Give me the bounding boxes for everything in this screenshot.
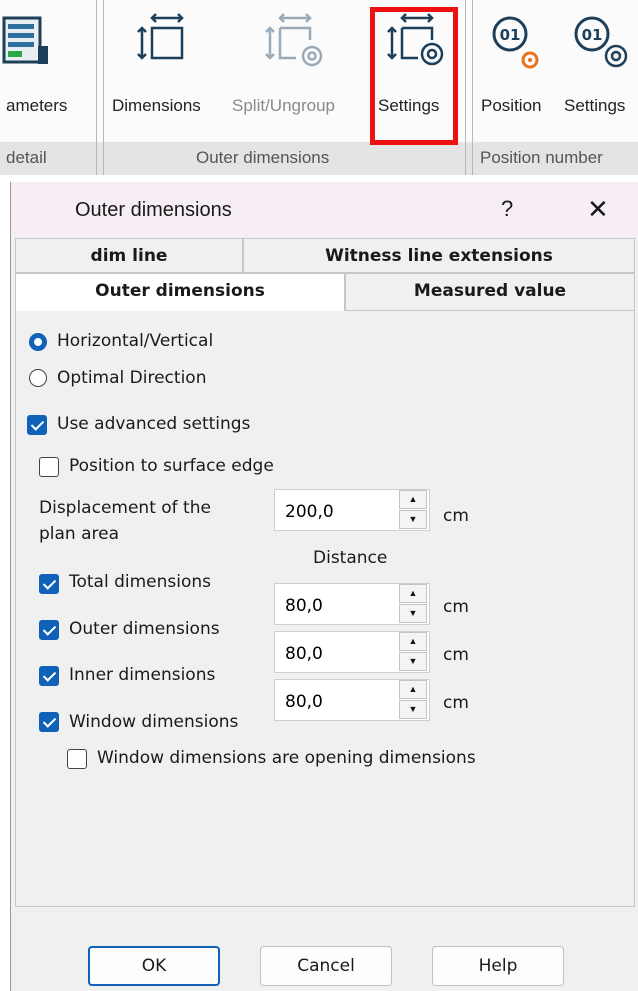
- unit-label: cm: [443, 506, 469, 526]
- checkbox-label: Outer dimensions: [69, 619, 220, 639]
- checkbox-outer-dimensions[interactable]: [39, 620, 59, 640]
- close-button[interactable]: ✕: [587, 194, 609, 225]
- checkbox-window-opening-dimensions[interactable]: [67, 749, 87, 769]
- tab-witness-line-extensions[interactable]: Witness line extensions: [243, 238, 635, 273]
- help-button[interactable]: Help: [432, 946, 564, 986]
- position-number-icon[interactable]: 01: [490, 12, 546, 76]
- spin-down-icon[interactable]: ▼: [399, 700, 427, 719]
- group-label-outer-dimensions: Outer dimensions: [196, 148, 330, 167]
- distance-header: Distance: [313, 548, 388, 568]
- position-settings-button[interactable]: Settings: [564, 96, 625, 116]
- svg-text:01: 01: [582, 26, 603, 44]
- spin-down-icon[interactable]: ▼: [399, 604, 427, 623]
- displacement-spinbox: ▲ ▼: [274, 489, 430, 531]
- displacement-input[interactable]: [275, 490, 393, 530]
- outer-distance-input[interactable]: [275, 632, 393, 672]
- total-distance-input[interactable]: [275, 584, 393, 624]
- checkbox-window-dimensions[interactable]: [39, 712, 59, 732]
- spin-buttons: ▲ ▼: [399, 632, 429, 672]
- position-settings-icon[interactable]: 01: [572, 12, 638, 76]
- dimensions-button[interactable]: Dimensions: [112, 96, 201, 116]
- total-distance-spinbox: ▲ ▼: [274, 583, 430, 625]
- tab-measured-value[interactable]: Measured value: [345, 273, 635, 311]
- svg-text:01: 01: [500, 26, 521, 44]
- tab-outer-dimensions[interactable]: Outer dimensions: [15, 273, 345, 311]
- outer-distance-spinbox: ▲ ▼: [274, 631, 430, 673]
- tab-dim-line[interactable]: dim line: [15, 238, 243, 273]
- spin-up-icon[interactable]: ▲: [399, 490, 427, 509]
- spin-down-icon[interactable]: ▼: [399, 652, 427, 671]
- checkbox-label: Use advanced settings: [57, 414, 251, 434]
- spin-up-icon[interactable]: ▲: [399, 632, 427, 651]
- unit-label: cm: [443, 597, 469, 617]
- spin-buttons: ▲ ▼: [399, 490, 429, 530]
- spin-buttons: ▲ ▼: [399, 584, 429, 624]
- group-label-detail: detail: [6, 148, 47, 167]
- spin-up-icon[interactable]: ▲: [399, 584, 427, 603]
- ribbon: 01 01 ameters Dimensions Split/Ungroup S…: [0, 0, 638, 175]
- parameters-icon[interactable]: [2, 14, 52, 68]
- tab-label: Witness line extensions: [325, 246, 553, 266]
- spin-up-icon[interactable]: ▲: [399, 680, 427, 699]
- split-ungroup-icon: [265, 13, 323, 67]
- split-ungroup-button: Split/Ungroup: [232, 96, 336, 115]
- radio-label: Optimal Direction: [57, 368, 207, 388]
- dialog-title: Outer dimensions: [75, 199, 232, 221]
- checkbox-label: Inner dimensions: [69, 665, 216, 685]
- displacement-label: plan area: [39, 524, 120, 544]
- unit-label: cm: [443, 645, 469, 665]
- checkbox-total-dimensions[interactable]: [39, 574, 59, 594]
- ribbon-separator: [465, 0, 466, 175]
- spin-down-icon[interactable]: ▼: [399, 510, 427, 529]
- spin-buttons: ▲ ▼: [399, 680, 429, 720]
- position-button[interactable]: Position: [481, 96, 541, 116]
- inner-distance-spinbox: ▲ ▼: [274, 679, 430, 721]
- checkbox-position-to-surface-edge[interactable]: [39, 457, 59, 477]
- checkbox-inner-dimensions[interactable]: [39, 666, 59, 686]
- inner-distance-input[interactable]: [275, 680, 393, 720]
- ribbon-separator: [103, 0, 104, 175]
- checkbox-label: Window dimensions are opening dimensions: [97, 748, 476, 768]
- ok-button[interactable]: OK: [88, 946, 220, 986]
- parameters-button[interactable]: ameters: [6, 96, 67, 116]
- unit-label: cm: [443, 693, 469, 713]
- dialog-title-bar: Outer dimensions ? ✕: [11, 182, 638, 238]
- tab-label: Outer dimensions: [95, 281, 265, 301]
- ribbon-separator: [472, 0, 473, 175]
- tab-strip: dim line Witness line extensions Outer d…: [11, 238, 638, 311]
- radio-label: Horizontal/Vertical: [57, 331, 214, 351]
- checkbox-label: Window dimensions: [69, 712, 239, 732]
- displacement-label: Displacement of the: [39, 498, 211, 518]
- checkbox-label: Total dimensions: [69, 572, 212, 592]
- group-label-position-number: Position number: [480, 148, 603, 167]
- outer-dimensions-dialog: Outer dimensions ? ✕ dim line Witness li…: [10, 182, 638, 991]
- title-help-button[interactable]: ?: [501, 196, 513, 222]
- radio-horizontal-vertical[interactable]: [29, 333, 47, 351]
- checkbox-use-advanced-settings[interactable]: [27, 415, 47, 435]
- ribbon-separator: [96, 0, 97, 175]
- tab-label: Measured value: [413, 281, 567, 301]
- radio-optimal-direction[interactable]: [29, 369, 47, 387]
- tab-label: dim line: [90, 246, 168, 266]
- settings-highlight-box: [370, 7, 458, 145]
- cancel-button[interactable]: Cancel: [260, 946, 392, 986]
- dimensions-icon[interactable]: [134, 12, 194, 66]
- checkbox-label: Position to surface edge: [69, 456, 274, 476]
